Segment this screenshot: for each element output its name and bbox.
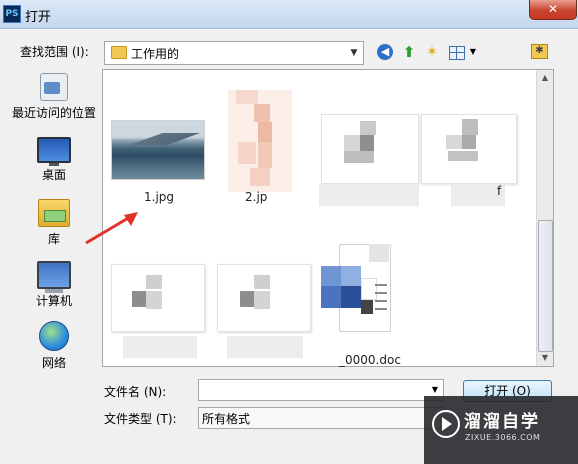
recent-places-icon xyxy=(40,73,68,101)
new-folder-icon[interactable]: ✶ xyxy=(423,43,441,61)
file-thumbnail[interactable] xyxy=(111,264,205,332)
favorites-folder-icon[interactable]: ✱ xyxy=(531,44,548,59)
watermark-url: ZIXUE.3066.COM xyxy=(465,433,541,442)
file-thumbnail[interactable] xyxy=(217,264,311,332)
place-network[interactable]: 网络 xyxy=(8,321,100,371)
place-computer[interactable]: 计算机 xyxy=(8,261,100,309)
file-list-view[interactable]: 1.jpg 2.jp f _0000.doc ▲ ▼ xyxy=(102,69,554,367)
libraries-icon xyxy=(38,199,70,227)
blurred-filename-block xyxy=(227,336,303,358)
look-in-value: 工作用的 xyxy=(131,47,180,61)
place-label: 计算机 xyxy=(35,294,72,308)
filetype-value: 所有格式 xyxy=(202,412,251,426)
file-name[interactable]: _0000.doc xyxy=(339,353,401,367)
scroll-up-arrow-icon[interactable]: ▲ xyxy=(537,70,553,86)
title-bar: PS 打开 ✕ xyxy=(0,0,578,29)
look-in-label: 查找范围 (I): xyxy=(20,45,89,59)
filetype-label: 文件类型 (T): xyxy=(104,412,177,426)
folder-icon xyxy=(111,46,127,59)
place-label: 网络 xyxy=(41,356,66,370)
close-button[interactable]: ✕ xyxy=(529,0,577,20)
chevron-down-icon[interactable]: ▼ xyxy=(345,42,363,64)
file-thumbnail[interactable] xyxy=(111,120,205,180)
place-label: 桌面 xyxy=(41,168,66,182)
dialog-body: 查找范围 (I): 工作用的 ▼ ◀ ⬆ ✶ ▼ ✱ 最近访问的位置 桌面 库 … xyxy=(0,29,578,464)
file-thumbnail[interactable] xyxy=(228,90,292,192)
play-logo-icon xyxy=(432,410,460,438)
view-menu-chevron-icon[interactable]: ▼ xyxy=(464,43,482,61)
vertical-scrollbar[interactable]: ▲ ▼ xyxy=(536,70,553,366)
up-folder-icon[interactable]: ⬆ xyxy=(400,43,418,61)
view-menu-icon[interactable] xyxy=(449,46,465,60)
blurred-filename-block xyxy=(123,336,197,358)
scroll-down-arrow-icon[interactable]: ▼ xyxy=(537,350,553,366)
back-arrow-icon[interactable]: ◀ xyxy=(377,44,393,60)
file-thumbnail[interactable] xyxy=(321,114,419,184)
place-recent[interactable]: 最近访问的位置 xyxy=(8,73,100,121)
filename-input[interactable]: ▼ xyxy=(198,379,444,401)
word-doc-icon[interactable] xyxy=(315,244,405,332)
filename-label: 文件名 (N): xyxy=(104,385,167,399)
watermark: 溜溜自学 ZIXUE.3066.COM xyxy=(424,396,578,464)
place-label: 最近访问的位置 xyxy=(11,106,96,120)
annotation-arrow xyxy=(85,212,138,245)
window-title: 打开 xyxy=(25,10,52,25)
file-name[interactable]: 1.jpg xyxy=(144,190,174,204)
file-name[interactable]: f xyxy=(497,184,501,198)
photoshop-app-icon: PS xyxy=(3,5,21,23)
network-icon xyxy=(39,321,69,351)
place-desktop[interactable]: 桌面 xyxy=(8,137,100,183)
look-in-combobox[interactable]: 工作用的 ▼ xyxy=(104,41,364,65)
blurred-filename-block xyxy=(319,184,419,206)
file-thumbnail[interactable] xyxy=(421,114,517,184)
desktop-icon xyxy=(37,137,71,166)
filetype-select[interactable]: 所有格式 xyxy=(198,407,444,429)
file-name[interactable]: 2.jp xyxy=(245,190,267,204)
scrollbar-thumb[interactable] xyxy=(538,220,553,352)
computer-icon xyxy=(37,261,71,293)
watermark-title: 溜溜自学 xyxy=(464,412,540,432)
